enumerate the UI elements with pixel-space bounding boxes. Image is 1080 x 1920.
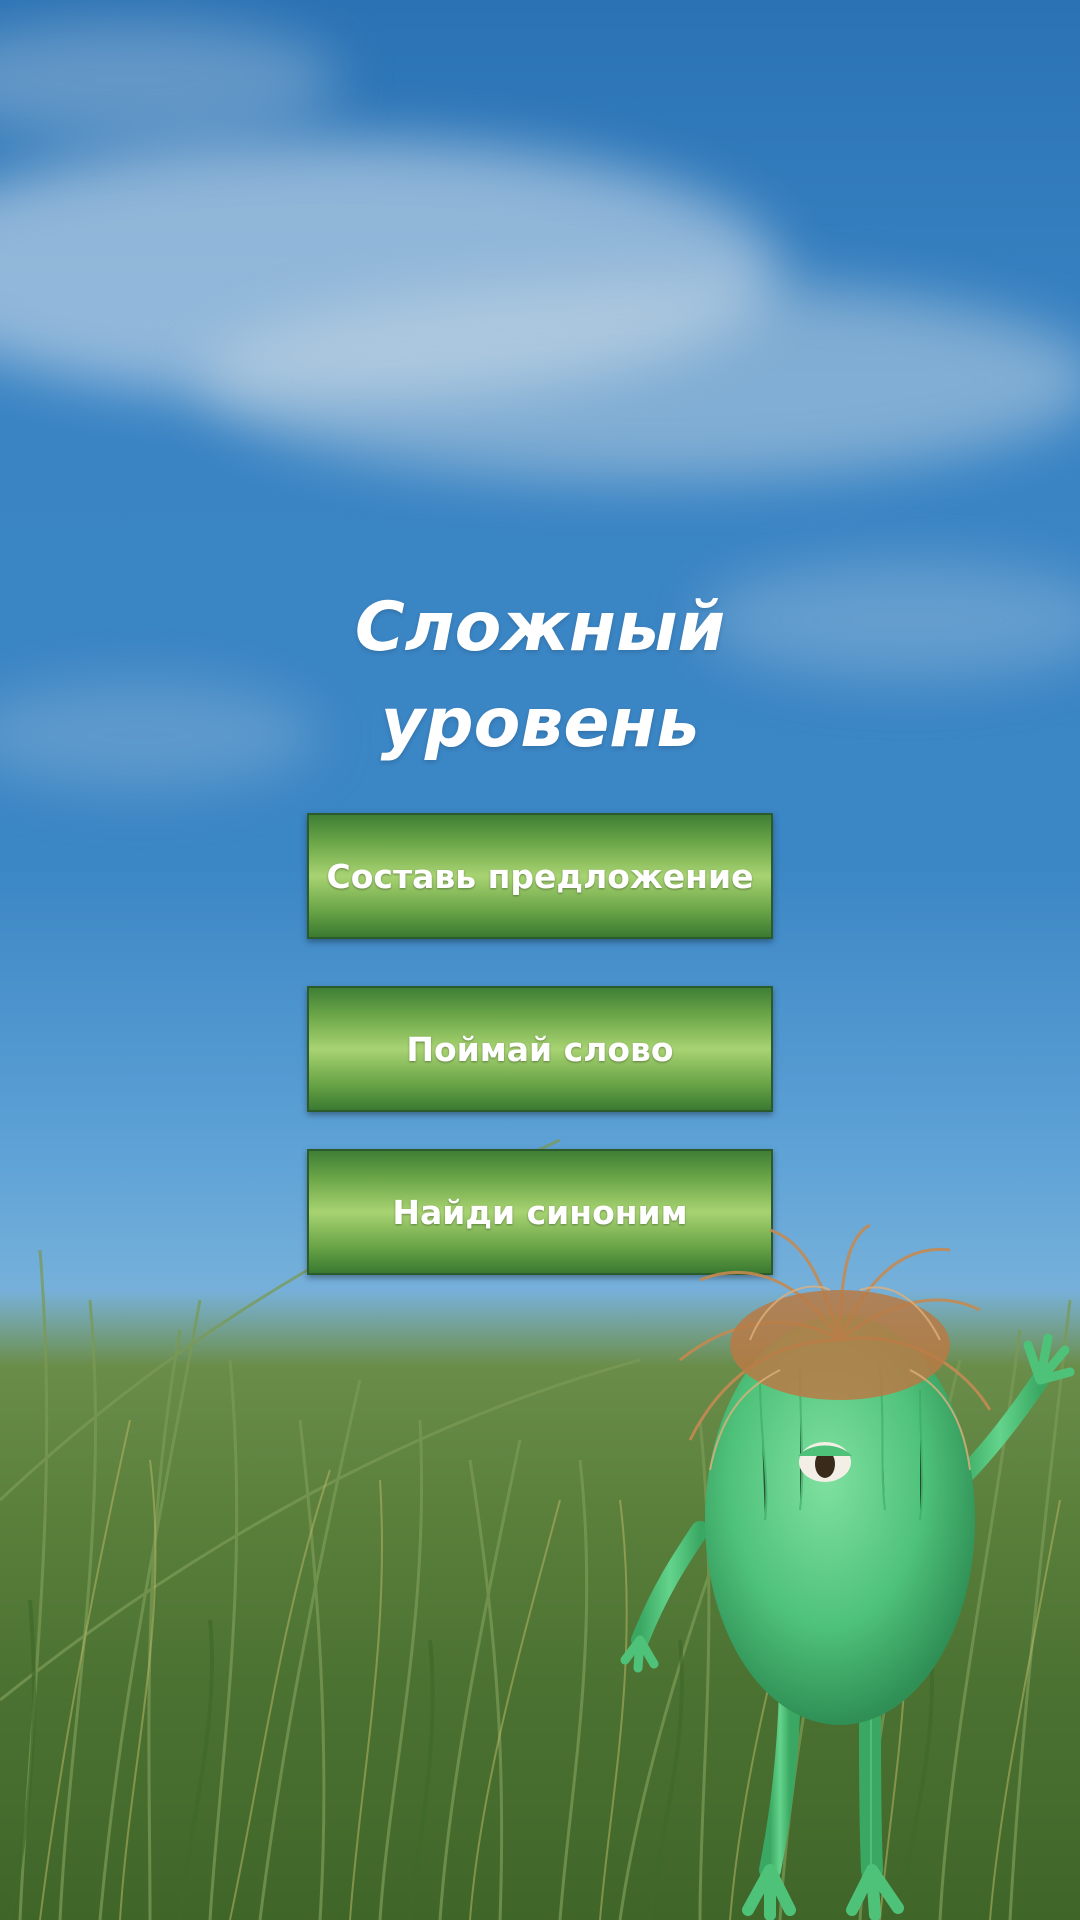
cloud	[200, 280, 1080, 480]
make-sentence-button-label: Составь предложение	[326, 856, 754, 896]
catch-word-button-label: Поймай слово	[406, 1029, 674, 1069]
make-sentence-button[interactable]: Составь предложение	[307, 813, 773, 939]
page-title: Сложный уровень	[240, 580, 840, 772]
title-line-1: Сложный	[354, 588, 726, 667]
title-line-2: уровень	[380, 684, 700, 763]
game-scene: Сложный уровень Составь предложение Пойм…	[0, 0, 1080, 1920]
catch-word-button[interactable]: Поймай слово	[307, 986, 773, 1112]
green-monster-character	[620, 1223, 1075, 1920]
